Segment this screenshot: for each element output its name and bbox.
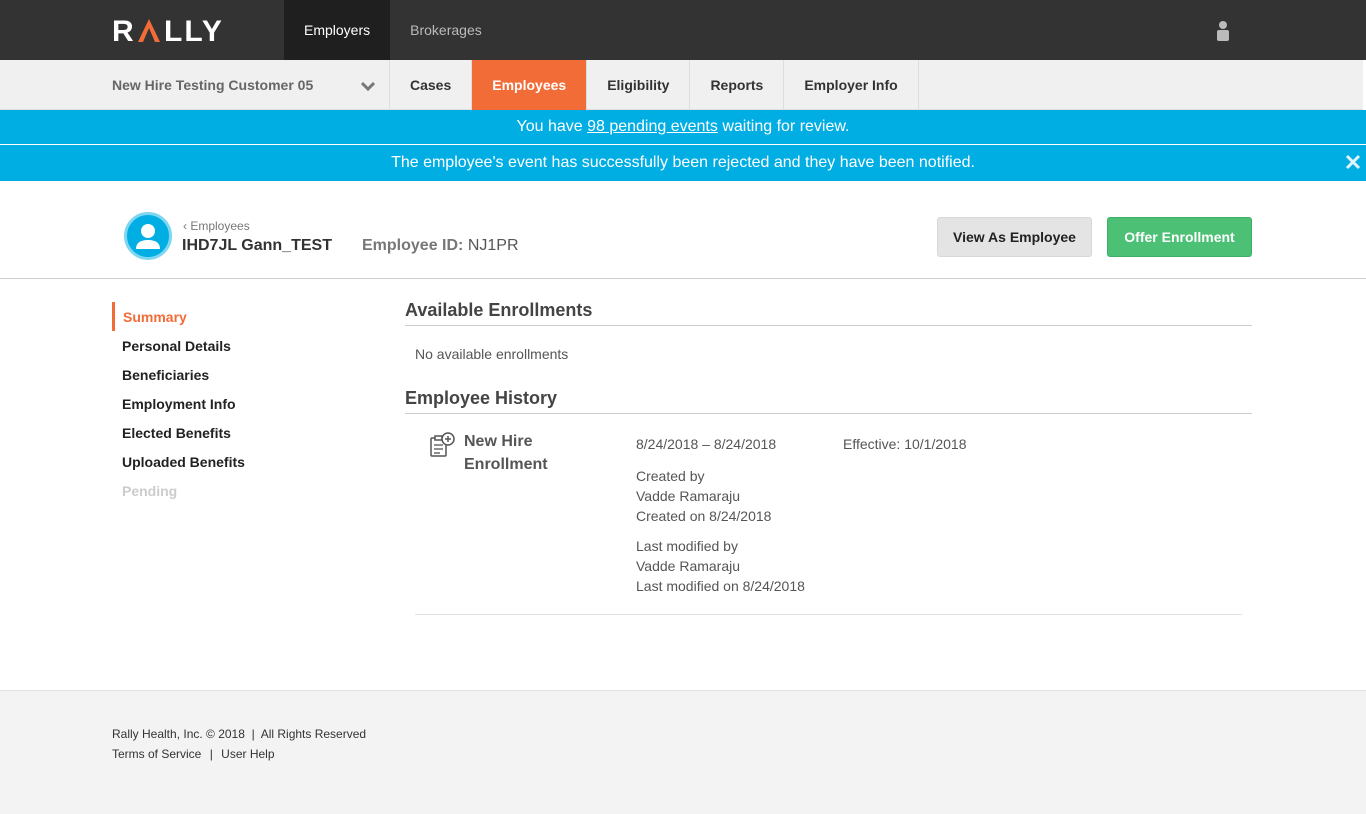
top-nav: Employers Brokerages — [284, 0, 502, 60]
person-icon — [136, 224, 160, 249]
rally-logo-mark: R LLY — [112, 15, 224, 45]
footer: Rally Health, Inc. © 2018 | All Rights R… — [0, 690, 1366, 814]
svg-text:LLY: LLY — [164, 15, 224, 45]
sidebar-item-summary[interactable]: Summary — [112, 302, 332, 331]
view-as-employee-button[interactable]: View As Employee — [937, 217, 1092, 257]
rally-logo[interactable]: R LLY — [112, 14, 240, 46]
rejection-banner: The employee's event has successfully be… — [0, 145, 1366, 181]
history-item-effective: Effective: 10/1/2018 — [843, 436, 967, 452]
sub-tabs: Cases Employees Eligibility Reports Empl… — [389, 60, 919, 110]
user-icon[interactable] — [1214, 20, 1232, 42]
employee-header: ‹ Employees IHD7JL Gann_TEST Employee ID… — [0, 181, 1366, 279]
top-nav-employers[interactable]: Employers — [284, 0, 391, 60]
tab-employer-info[interactable]: Employer Info — [784, 60, 919, 110]
pending-events-banner: You have 98 pending events waiting for r… — [0, 110, 1366, 145]
terms-of-service-link[interactable]: Terms of Service — [112, 747, 201, 761]
created-by-label: Created by — [636, 468, 705, 484]
tab-reports[interactable]: Reports — [690, 60, 785, 110]
avatar — [124, 212, 172, 260]
enrollment-add-icon — [429, 432, 455, 458]
history-item-title: New Hire Enrollment — [464, 433, 548, 473]
employee-id-value: NJ1PR — [467, 237, 519, 254]
sidebar-item-employment-info[interactable]: Employment Info — [112, 389, 332, 418]
top-bar: R LLY Employers Brokerages — [0, 0, 1366, 60]
pending-prefix: You have — [516, 118, 588, 135]
offer-enrollment-button[interactable]: Offer Enrollment — [1107, 217, 1252, 257]
top-nav-brokerages[interactable]: Brokerages — [390, 0, 502, 60]
pending-events-link[interactable]: 98 pending events — [587, 118, 718, 136]
sidebar-item-elected-benefits[interactable]: Elected Benefits — [112, 418, 332, 447]
history-item: New Hire Enrollment 8/24/2018 – 8/24/201… — [415, 414, 1242, 615]
sidebar-item-pending: Pending — [122, 482, 178, 499]
sidebar-item-personal-details[interactable]: Personal Details — [112, 331, 332, 360]
chevron-down-icon — [360, 78, 376, 94]
sidebar-item-beneficiaries[interactable]: Beneficiaries — [112, 360, 332, 389]
copyright-text: Rally Health, Inc. © 2018 | All Rights R… — [112, 727, 367, 741]
main-content: Available Enrollments No available enrol… — [405, 300, 1252, 615]
sub-nav: New Hire Testing Customer 05 Cases Emplo… — [0, 60, 1363, 110]
side-nav: Summary Personal Details Beneficiaries E… — [112, 302, 332, 505]
tab-eligibility[interactable]: Eligibility — [587, 60, 691, 110]
no-enrollments-text: No available enrollments — [415, 346, 569, 362]
back-label: Employees — [190, 219, 250, 233]
history-item-meta: Created by Vadde Ramaraju Created on 8/2… — [636, 466, 805, 606]
employee-name: IHD7JL Gann_TEST — [182, 237, 332, 254]
employee-id-label: Employee ID: — [362, 237, 464, 254]
user-help-link[interactable]: User Help — [221, 747, 274, 761]
employee-history-title: Employee History — [405, 388, 1252, 414]
employer-selector[interactable]: New Hire Testing Customer 05 — [112, 60, 389, 110]
sidebar-item-uploaded-benefits[interactable]: Uploaded Benefits — [112, 447, 332, 476]
back-to-employees-link[interactable]: ‹ Employees — [183, 219, 250, 233]
modified-by-name: Vadde Ramaraju — [636, 558, 741, 574]
available-enrollments-title: Available Enrollments — [405, 300, 1252, 326]
footer-links: Terms of Service | User Help — [112, 747, 275, 761]
rejection-message: The employee's event has successfully be… — [391, 154, 975, 171]
svg-text:R: R — [112, 15, 136, 45]
tab-employees[interactable]: Employees — [472, 60, 588, 110]
modified-on: Last modified on 8/24/2018 — [636, 578, 805, 594]
employee-id: Employee ID: NJ1PR — [362, 237, 519, 255]
created-on: Created on 8/24/2018 — [636, 508, 772, 524]
employer-name: New Hire Testing Customer 05 — [112, 77, 314, 93]
created-by-name: Vadde Ramaraju — [636, 488, 741, 504]
pending-suffix: waiting for review. — [717, 118, 850, 135]
history-item-dates: 8/24/2018 – 8/24/2018 — [636, 436, 777, 452]
close-icon[interactable] — [1344, 153, 1362, 171]
tab-cases[interactable]: Cases — [390, 60, 473, 110]
modified-by-label: Last modified by — [636, 538, 738, 554]
footer-separator: | — [209, 747, 213, 761]
